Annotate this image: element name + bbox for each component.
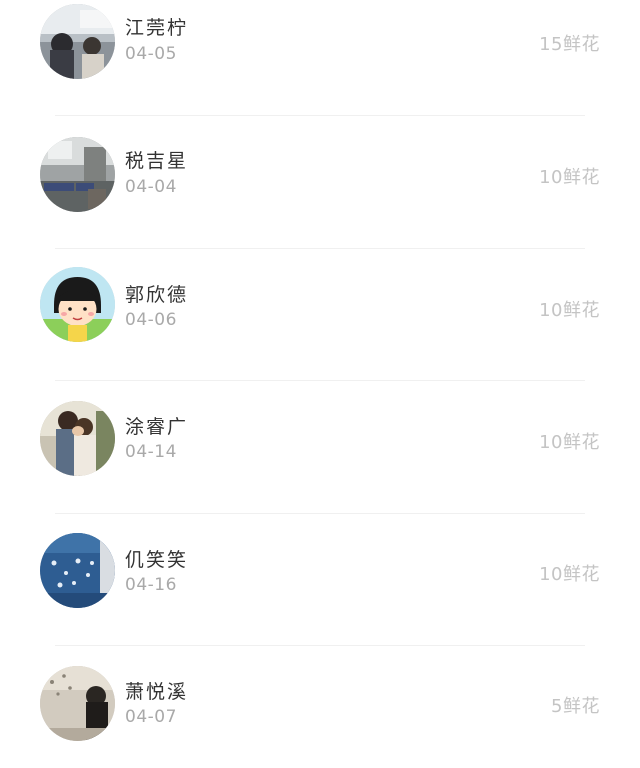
gift-date: 04-05 bbox=[125, 44, 177, 64]
avatar[interactable] bbox=[40, 666, 115, 741]
gift-date: 04-14 bbox=[125, 442, 177, 462]
sender-name: 涂睿广 bbox=[125, 416, 189, 438]
gift-record-list: 江莞柠 04-05 15鲜花 税吉星 04-04 10鲜花 郭欣德 04-06 … bbox=[0, 0, 640, 762]
sender-name: 江莞柠 bbox=[125, 17, 189, 39]
flower-count: 10鲜花 bbox=[539, 300, 600, 321]
list-item[interactable]: 涂睿广 04-14 10鲜花 bbox=[0, 371, 640, 503]
list-item[interactable]: 郭欣德 04-06 10鲜花 bbox=[0, 239, 640, 371]
gift-date: 04-16 bbox=[125, 575, 177, 595]
flower-count: 10鲜花 bbox=[539, 432, 600, 453]
list-item[interactable]: 萧悦溪 04-07 5鲜花 bbox=[0, 636, 640, 768]
sender-name: 萧悦溪 bbox=[125, 681, 189, 703]
flower-count: 10鲜花 bbox=[539, 564, 600, 585]
gift-date: 04-06 bbox=[125, 310, 177, 330]
avatar[interactable] bbox=[40, 4, 115, 79]
flower-count: 5鲜花 bbox=[551, 696, 600, 717]
list-item[interactable]: 江莞柠 04-05 15鲜花 bbox=[0, 0, 640, 105]
sender-name: 郭欣德 bbox=[125, 284, 189, 306]
cartoon-girl-avatar-icon bbox=[40, 267, 115, 342]
flower-count: 15鲜花 bbox=[539, 34, 600, 55]
flower-count: 10鲜花 bbox=[539, 167, 600, 188]
sender-name: 仉笑笑 bbox=[125, 549, 189, 571]
avatar[interactable] bbox=[40, 533, 115, 608]
list-item[interactable]: 税吉星 04-04 10鲜花 bbox=[0, 106, 640, 238]
avatar[interactable] bbox=[40, 267, 115, 342]
couple-photo-avatar-icon bbox=[40, 401, 115, 476]
photo-avatar-icon bbox=[40, 666, 115, 741]
photo-avatar-icon bbox=[40, 137, 115, 212]
avatar[interactable] bbox=[40, 401, 115, 476]
photo-avatar-icon bbox=[40, 4, 115, 79]
gift-date: 04-07 bbox=[125, 707, 177, 727]
sender-name: 税吉星 bbox=[125, 150, 189, 172]
avatar[interactable] bbox=[40, 137, 115, 212]
gift-date: 04-04 bbox=[125, 177, 177, 197]
blue-fabric-avatar-icon bbox=[40, 533, 115, 608]
list-item[interactable]: 仉笑笑 04-16 10鲜花 bbox=[0, 504, 640, 636]
